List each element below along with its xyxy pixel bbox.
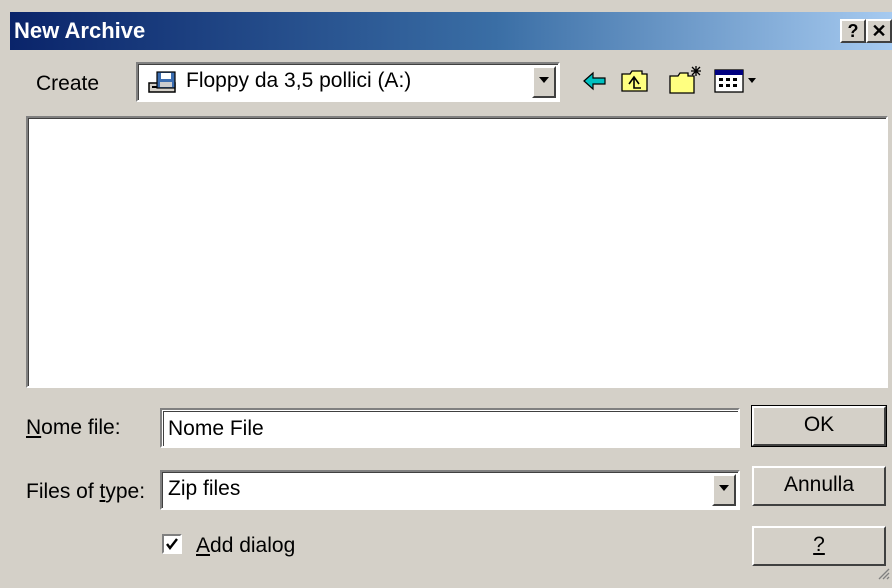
filename-label: Nome file:	[26, 416, 121, 439]
back-icon[interactable]	[582, 70, 608, 98]
location-combo[interactable]: Floppy da 3,5 pollici (A:)	[136, 62, 560, 102]
checkmark-icon	[166, 538, 178, 550]
file-list-view[interactable]	[26, 116, 888, 388]
filetype-value: Zip files	[168, 477, 241, 500]
filename-field[interactable]	[160, 408, 740, 448]
filetype-combo[interactable]: Zip files	[160, 470, 740, 510]
help-title-button[interactable]: ?	[840, 19, 866, 43]
location-value: Floppy da 3,5 pollici (A:)	[186, 69, 412, 92]
close-button[interactable]: ✕	[866, 19, 892, 43]
ok-button[interactable]: OK	[751, 405, 887, 447]
up-folder-icon[interactable]	[620, 66, 650, 100]
help-button[interactable]: ?	[752, 526, 886, 566]
add-dialog-label[interactable]: Add dialog	[196, 534, 295, 558]
cancel-button[interactable]: Annulla	[752, 466, 886, 506]
filetype-label: Files of type:	[26, 480, 146, 503]
resize-grip-icon[interactable]	[876, 562, 890, 586]
filename-input[interactable]	[163, 411, 738, 446]
create-label: Create	[36, 72, 100, 95]
new-folder-icon[interactable]	[668, 64, 704, 102]
window-title: New Archive	[14, 18, 146, 43]
view-menu-icon[interactable]	[714, 68, 760, 100]
new-archive-dialog: New Archive ? ✕ Create Floppy da 3,5 pol…	[0, 0, 892, 588]
title-bar[interactable]: New Archive ? ✕	[10, 12, 892, 50]
floppy-drive-icon	[148, 71, 180, 101]
filetype-dropdown-button[interactable]	[712, 474, 736, 506]
add-dialog-checkbox[interactable]	[162, 534, 182, 554]
location-dropdown-button[interactable]	[532, 66, 556, 98]
